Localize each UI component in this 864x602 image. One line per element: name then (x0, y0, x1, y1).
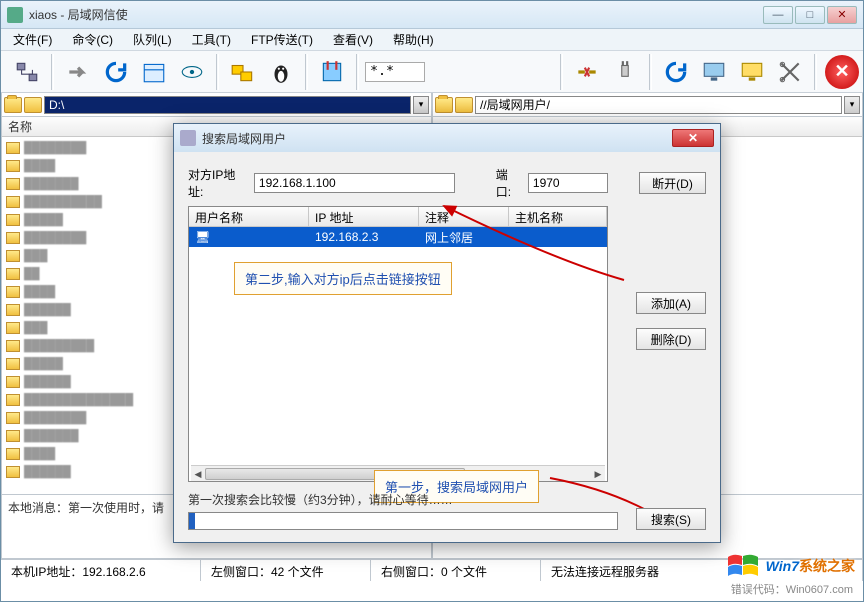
ip-label: 对方IP地址: (188, 166, 248, 200)
folder-icon (6, 178, 20, 190)
folder-icon (6, 376, 20, 388)
col-user[interactable]: 用户名称 (189, 207, 309, 226)
calendar-icon[interactable] (136, 55, 172, 89)
menu-file[interactable]: 文件(F) (5, 29, 60, 50)
menu-cmd[interactable]: 命令(C) (64, 29, 121, 50)
monitor-icon: 🖥 (195, 230, 210, 244)
progress-fill (189, 513, 195, 529)
window-title: xiaos - 局域网信使 (29, 6, 763, 23)
folder-icon (6, 358, 20, 370)
disconnect-button[interactable]: 断开(D) (639, 172, 706, 194)
user-list[interactable]: 用户名称 IP 地址 注释 主机名称 🖥 192.168.2.3 网上邻居 ◀ … (188, 206, 608, 482)
status-right-count: 右侧窗口：0 个文件 (371, 560, 541, 581)
monitor-alert-icon[interactable] (734, 55, 770, 89)
refresh2-icon[interactable] (658, 55, 694, 89)
folder-icon[interactable] (4, 97, 22, 113)
folders-icon[interactable] (225, 55, 261, 89)
plug-icon[interactable] (607, 55, 643, 89)
right-path-input[interactable] (475, 96, 842, 114)
table-row[interactable]: 🖥 192.168.2.3 网上邻居 (189, 227, 607, 247)
scroll-left-icon[interactable]: ◀ (191, 466, 205, 482)
status-ip: 本机IP地址：192.168.2.6 (1, 560, 201, 581)
penguin-icon[interactable] (263, 55, 299, 89)
folder-icon (6, 160, 20, 172)
search-dialog: 搜索局域网用户 ✕ 对方IP地址: 端口: 断开(D) 用户名称 IP 地址 注… (173, 123, 721, 543)
toolbar: ✕ (1, 51, 863, 93)
col-comment[interactable]: 注释 (419, 207, 509, 226)
folder-icon (6, 304, 20, 316)
dialog-close-button[interactable]: ✕ (672, 129, 714, 147)
folder-icon (6, 286, 20, 298)
folder-icon (6, 394, 20, 406)
row-comment: 网上邻居 (419, 227, 509, 248)
titlebar: xiaos - 局域网信使 — □ ✕ (1, 1, 863, 29)
left-path-input[interactable] (44, 96, 411, 114)
folder-icon (6, 250, 20, 262)
scroll-right-icon[interactable]: ▶ (591, 466, 605, 482)
folder-icon (6, 430, 20, 442)
menu-queue[interactable]: 队列(L) (125, 29, 180, 50)
tip-step2: 第二步,输入对方ip后点击链接按钮 (234, 262, 452, 295)
progress-bar (188, 512, 618, 530)
folder-icon (6, 268, 20, 280)
folder-icon (6, 340, 20, 352)
port-label: 端口: (496, 166, 522, 200)
dialog-title: 搜索局域网用户 (202, 130, 672, 147)
options-icon[interactable] (314, 55, 350, 89)
dropdown-icon[interactable]: ▾ (413, 96, 429, 114)
eye-icon[interactable] (174, 55, 210, 89)
folder-icon (6, 142, 20, 154)
folder-icon (6, 196, 20, 208)
path-row: ▾ ▾ (1, 93, 863, 117)
maximize-button[interactable]: □ (795, 6, 825, 24)
search-button[interactable]: 搜索(S) (636, 508, 706, 530)
delete-button[interactable]: 删除(D) (636, 328, 706, 350)
windows-logo-icon (726, 551, 760, 581)
progress-text: 第一次搜索会比较慢（约3分钟），请耐心等待…… (188, 491, 706, 508)
arrow-right-icon[interactable] (60, 55, 96, 89)
dropdown-icon[interactable]: ▾ (844, 96, 860, 114)
add-button[interactable]: 添加(A) (636, 292, 706, 314)
col-ip[interactable]: IP 地址 (309, 207, 419, 226)
local-message: 本地消息：第一次使用时，请 (8, 501, 164, 515)
menu-ftp[interactable]: FTP传送(T) (243, 29, 321, 50)
status-left-count: 左侧窗口：42 个文件 (201, 560, 371, 581)
ip-input[interactable] (254, 173, 455, 193)
folder-icon (6, 448, 20, 460)
folder-icon[interactable] (455, 97, 473, 113)
port-input[interactable] (528, 173, 608, 193)
menubar: 文件(F) 命令(C) 队列(L) 工具(T) FTP传送(T) 查看(V) 帮… (1, 29, 863, 51)
close-button[interactable]: ✕ (827, 6, 857, 24)
watermark: Win7系统之家 (726, 551, 855, 581)
filter-input[interactable] (365, 62, 425, 82)
dialog-icon (180, 130, 196, 146)
stop-button[interactable]: ✕ (825, 55, 859, 89)
folder-icon (6, 214, 20, 226)
folder-icon (6, 412, 20, 424)
dialog-titlebar: 搜索局域网用户 ✕ (174, 124, 720, 152)
folder-icon (6, 466, 20, 478)
refresh-icon[interactable] (98, 55, 134, 89)
disconnect-icon[interactable] (569, 55, 605, 89)
connect-icon[interactable] (9, 55, 45, 89)
menu-tools[interactable]: 工具(T) (184, 29, 239, 50)
folder-icon (6, 232, 20, 244)
footer-errcode: 错误代码：Win0607.com (731, 581, 853, 597)
menu-view[interactable]: 查看(V) (325, 29, 381, 50)
row-ip: 192.168.2.3 (309, 228, 419, 246)
folder-icon[interactable] (24, 97, 42, 113)
menu-help[interactable]: 帮助(H) (385, 29, 442, 50)
list-header: 用户名称 IP 地址 注释 主机名称 (189, 207, 607, 227)
scissors-icon[interactable] (772, 55, 808, 89)
row-host (509, 235, 607, 239)
folder-icon (6, 322, 20, 334)
col-host[interactable]: 主机名称 (509, 207, 607, 226)
monitor-icon[interactable] (696, 55, 732, 89)
minimize-button[interactable]: — (763, 6, 793, 24)
folder-icon[interactable] (435, 97, 453, 113)
app-icon (7, 7, 23, 23)
